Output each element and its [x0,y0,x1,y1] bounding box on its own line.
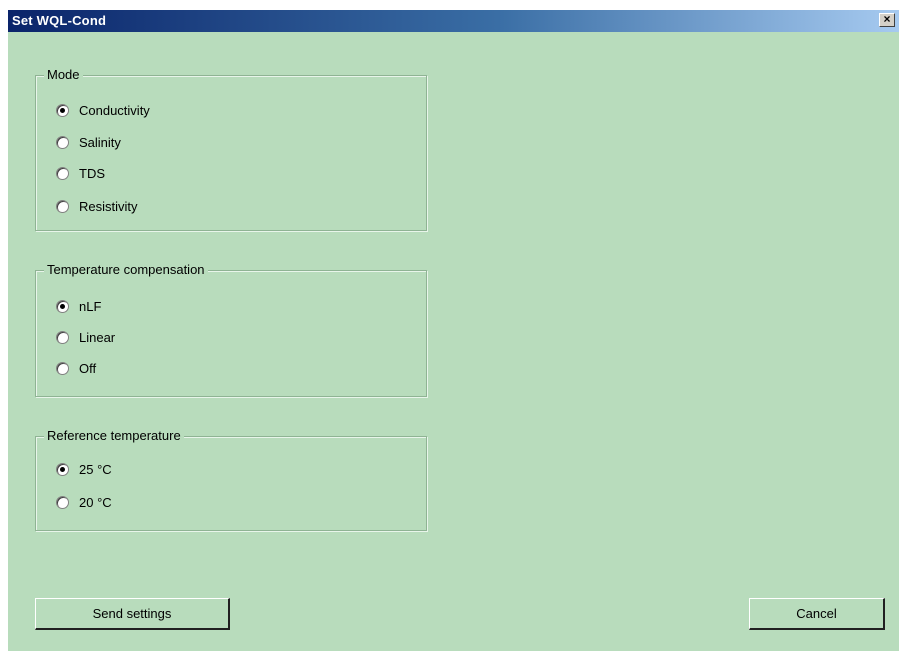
radio-selected-icon[interactable] [56,299,69,313]
mode-option-label: Conductivity [79,102,150,118]
window-title: Set WQL-Cond [12,13,107,28]
temp-comp-option-nlf[interactable]: nLF [56,297,101,315]
mode-option-resistivity[interactable]: Resistivity [56,197,138,215]
close-icon[interactable]: × [879,13,895,27]
dialog-window: Set WQL-Cond × Mode Conductivity Salinit… [8,10,899,651]
ref-temp-option-25c[interactable]: 25 °C [56,460,112,478]
radio-unselected-icon[interactable] [56,495,69,509]
ref-temp-option-20c[interactable]: 20 °C [56,493,112,511]
temp-comp-option-off[interactable]: Off [56,359,96,377]
temperature-compensation-group: Temperature compensation nLF Linear Off [35,262,427,397]
title-bar[interactable]: Set WQL-Cond × [8,10,899,32]
mode-option-salinity[interactable]: Salinity [56,133,121,151]
reference-temperature-group: Reference temperature 25 °C 20 °C [35,428,427,531]
radio-selected-icon[interactable] [56,462,69,476]
cancel-button[interactable]: Cancel [749,598,885,630]
radio-unselected-icon[interactable] [56,166,69,180]
ref-temp-option-label: 25 °C [79,461,112,477]
temp-comp-option-label: nLF [79,298,102,314]
radio-unselected-icon[interactable] [56,199,69,213]
temp-comp-option-label: Linear [79,329,116,345]
mode-option-label: Resistivity [79,198,138,214]
ref-temp-option-label: 20 °C [79,494,112,510]
reference-temperature-title: Reference temperature [44,428,184,443]
mode-group-title: Mode [44,67,83,82]
radio-unselected-icon[interactable] [56,330,69,344]
radio-selected-icon[interactable] [56,103,69,117]
mode-group: Mode Conductivity Salinity TDS Resistivi… [35,67,427,231]
send-settings-button[interactable]: Send settings [35,598,230,630]
radio-unselected-icon[interactable] [56,135,69,149]
mode-option-label: Salinity [79,134,121,150]
mode-option-tds[interactable]: TDS [56,164,105,182]
temp-comp-option-label: Off [79,360,97,376]
radio-unselected-icon[interactable] [56,361,69,375]
mode-option-conductivity[interactable]: Conductivity [56,101,150,119]
temp-comp-option-linear[interactable]: Linear [56,328,115,346]
mode-option-label: TDS [79,165,105,181]
temperature-compensation-title: Temperature compensation [44,262,208,277]
